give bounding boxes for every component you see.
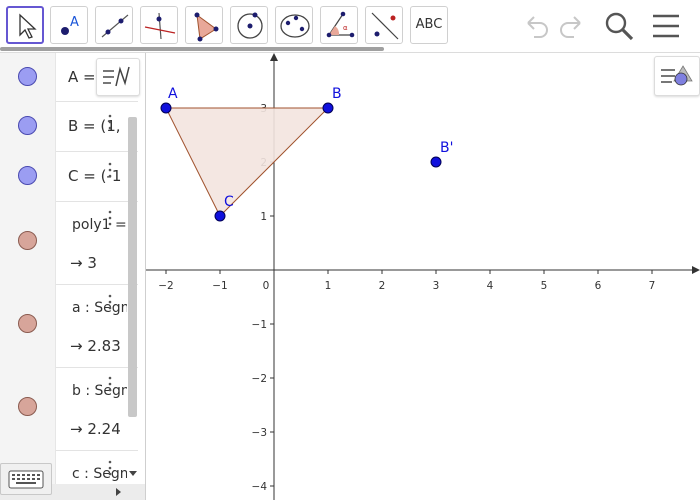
x-tick-label: 5 [541,280,548,292]
value-text: → 3 [70,254,97,272]
definition-clip: poly1 = → 3 [55,201,127,284]
visibility-marble[interactable] [18,314,37,333]
svg-text:A: A [70,15,79,30]
search-icon[interactable] [602,10,636,44]
definition-text[interactable]: poly1 = [72,217,127,233]
y-tick-label: −2 [252,373,267,385]
toolbar: A α ABC [0,0,700,52]
y-tick-label: 1 [260,211,267,223]
definition-clip: b : Segm → 2.24 [55,367,127,450]
reflect-line-icon [371,12,399,40]
x-tick-label: −2 [158,280,173,292]
y-tick-label: −4 [252,481,268,493]
scroll-right-arrow-icon[interactable] [114,487,122,497]
text-tool-button[interactable]: ABC [410,6,448,44]
algebra-scrollbar[interactable] [128,117,137,417]
reflect-tool-button[interactable] [365,6,403,44]
value-text: → 2.83 [70,337,121,355]
visibility-marble[interactable] [18,166,37,185]
definition-text[interactable]: a : Segm [72,300,127,316]
line-tool-button[interactable] [95,6,133,44]
point-label: C [224,194,234,210]
algebra-description-icon [103,66,130,87]
menu-icon[interactable] [650,10,682,42]
triangle-polygon [165,107,330,217]
more-options-icon[interactable] [106,374,114,400]
redo-icon[interactable] [556,10,588,42]
cursor-arrow-icon [19,13,37,39]
point-C[interactable] [214,210,226,222]
svg-text:α: α [343,24,348,32]
point-B[interactable] [322,102,334,114]
conic-tool-button[interactable] [275,6,313,44]
scroll-down-arrow-icon[interactable] [128,469,138,477]
angle-icon: α [326,11,355,38]
algebra-row-C[interactable]: C = (-1 [0,151,138,202]
definition-clip: C = (-1 [55,151,127,201]
algebra-style-bar-button[interactable] [96,58,140,96]
x-tick-label: 3 [433,280,440,292]
y-tick-label: −1 [252,319,267,331]
polygon-icon [194,12,219,42]
undo-icon[interactable] [520,10,552,42]
circle-tool-button[interactable] [230,6,268,44]
definition-clip: a : Segm → 2.83 [55,284,127,367]
point-label: B [332,86,342,102]
keyboard-icon [8,470,44,489]
graphics-style-icon [661,65,693,86]
more-options-icon[interactable] [106,292,114,318]
point-B-prime[interactable] [430,156,442,168]
definition-text[interactable]: b : Segm [72,383,127,399]
x-tick-label: 0 [263,280,270,292]
value-text: → 2.24 [70,420,121,438]
text-tool-label: ABC [415,17,443,32]
toolbar-scrollbar[interactable] [0,47,384,51]
line-icon [101,14,129,38]
x-tick-label: 1 [325,280,332,292]
point-label: A [168,86,178,102]
visibility-marble[interactable] [18,397,37,416]
x-tick-label: 7 [649,280,656,292]
x-tick-label: −1 [212,280,227,292]
x-tick-label: 4 [487,280,494,292]
circle-center-point-icon [237,12,263,39]
perpendicular-line-icon [144,12,176,40]
y-tick-label: −3 [252,427,267,439]
graphics-style-bar-button[interactable] [654,56,700,96]
visibility-marble[interactable] [18,67,37,86]
more-options-icon[interactable] [106,458,114,484]
more-options-icon[interactable] [106,112,114,138]
conic-icon [280,14,310,38]
algebra-row-b[interactable]: b : Segm → 2.24 [0,367,138,451]
definition-clip: B = (1, [55,101,127,151]
definition-text[interactable]: c : Segm [72,466,127,482]
graphics-view[interactable]: −2−101234567321−1−2−3−4ABCB' [146,53,700,500]
angle-tool-button[interactable]: α [320,6,358,44]
algebra-row-B[interactable]: B = (1, [0,101,138,152]
more-options-icon[interactable] [106,208,114,234]
x-axis-arrow [692,266,700,274]
polygon-tool-button[interactable] [185,6,223,44]
point-icon: A [61,15,79,35]
more-options-icon[interactable] [106,160,114,186]
visibility-marble[interactable] [18,116,37,135]
point-label: B' [440,140,453,156]
algebra-row-poly1[interactable]: poly1 = → 3 [0,201,138,285]
x-tick-label: 2 [379,280,386,292]
point-tool-button[interactable]: A [50,6,88,44]
y-axis-arrow [270,53,278,61]
perpendicular-line-tool-button[interactable] [140,6,178,44]
algebra-view: A = ( B = (1, C = (-1 poly1 = → 3 a : Se… [0,53,146,500]
virtual-keyboard-button[interactable] [0,463,52,495]
visibility-marble[interactable] [18,231,37,250]
algebra-row-a[interactable]: a : Segm → 2.83 [0,284,138,368]
x-tick-label: 6 [595,280,602,292]
move-tool-button[interactable] [6,6,44,44]
point-A[interactable] [160,102,172,114]
